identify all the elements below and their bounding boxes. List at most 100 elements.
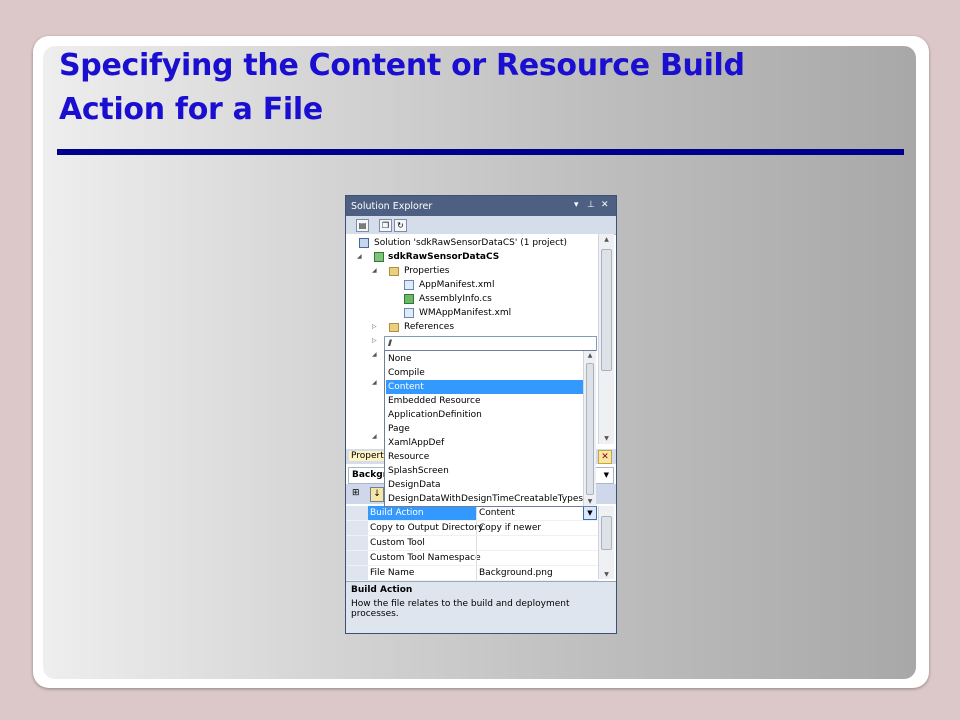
dropdown-option[interactable]: DesignData [386, 478, 583, 492]
description-title: Build Action [351, 585, 413, 595]
property-row-build-action[interactable]: Build Action Content ▼ [346, 506, 598, 521]
property-row-file-name[interactable]: File Name Background.png [346, 566, 598, 581]
row-gutter [346, 506, 368, 520]
property-grid: Build Action Content ▼ Copy to Output Di… [346, 506, 598, 581]
window-position-icon[interactable]: ▾ [574, 200, 579, 210]
dropdown-option[interactable]: DesignDataWithDesignTimeCreatableTypes [386, 492, 586, 506]
column-divider[interactable] [476, 566, 477, 580]
collapsed-arrow-icon[interactable]: ▷ [372, 334, 377, 348]
scroll-down-icon[interactable]: ▼ [599, 435, 614, 442]
tree-item-expanded[interactable]: ◢ [346, 376, 377, 390]
alphabetical-icon[interactable]: ↓ [370, 487, 384, 502]
scroll-up-icon[interactable]: ▲ [584, 352, 596, 359]
row-gutter [346, 521, 368, 535]
slide-title-line1: Specifying the Content or Resource Build [59, 48, 745, 83]
properties-icon[interactable]: ▤ [356, 219, 369, 232]
dropdown-option[interactable]: SplashScreen [386, 464, 583, 478]
property-value[interactable]: Background.png [479, 566, 553, 580]
tree-item-project[interactable]: ◢ sdkRawSensorDataCS [346, 250, 598, 264]
property-name: Custom Tool [370, 538, 425, 548]
chevron-down-icon[interactable]: ▼ [604, 471, 609, 479]
xml-file-icon [404, 308, 414, 318]
scrollbar-thumb[interactable] [601, 516, 612, 550]
description-text: How the file relates to the build and de… [351, 599, 570, 619]
solution-explorer-titlebar: Solution Explorer ▾ ⊥ ✕ [346, 196, 616, 216]
tree-item-file[interactable]: AppManifest.xml [346, 278, 598, 292]
expanded-arrow-icon[interactable]: ◢ [372, 430, 377, 444]
tree-label-properties: Properties [404, 266, 450, 276]
property-row-copy-to-output[interactable]: Copy to Output Directory Copy if newer [346, 521, 598, 536]
property-name: Copy to Output Directory [370, 523, 484, 533]
tree-label-file: WMAppManifest.xml [419, 308, 512, 318]
chevron-down-icon[interactable]: ▼ [583, 506, 597, 520]
folder-icon [389, 267, 399, 276]
dropdown-option-selected[interactable]: Content [386, 380, 583, 394]
column-divider[interactable] [476, 521, 477, 535]
scroll-down-icon[interactable]: ▼ [584, 498, 596, 505]
hatch-pattern-icon: //// [388, 338, 392, 348]
refresh-icon[interactable]: ↻ [394, 219, 407, 232]
build-action-dropdown-list[interactable]: None Compile Content Embedded Resource A… [384, 350, 596, 507]
expanded-arrow-icon[interactable]: ◢ [372, 376, 377, 390]
dropdown-option[interactable]: Embedded Resource [386, 394, 583, 408]
row-gutter [346, 566, 368, 580]
property-value[interactable]: Content [479, 506, 515, 520]
solution-explorer-toolbar: ▤ ❐ ↻ [346, 216, 616, 235]
close-icon[interactable]: ✕ [601, 200, 609, 210]
slide-title-line2: Action for a File [59, 92, 323, 127]
dropdown-option[interactable]: Compile [386, 366, 583, 380]
csharp-file-icon [404, 294, 414, 304]
dropdown-option[interactable]: None [386, 352, 583, 366]
show-all-files-icon[interactable]: ❐ [379, 219, 392, 232]
property-row-custom-tool-namespace[interactable]: Custom Tool Namespace [346, 551, 598, 566]
properties-tab[interactable]: Properti [349, 451, 389, 461]
tree-label-solution: Solution 'sdkRawSensorDataCS' (1 project… [374, 238, 568, 248]
tree-label-project: sdkRawSensorDataCS [388, 252, 500, 262]
tree-item-properties-folder[interactable]: ◢ Properties [346, 264, 598, 278]
scrollbar-thumb[interactable] [601, 249, 612, 371]
solution-explorer-title: Solution Explorer [351, 201, 433, 212]
expanded-arrow-icon[interactable]: ◢ [372, 264, 377, 278]
object-selector-label: Backgr [352, 470, 388, 480]
dropdown-scrollbar[interactable]: ▲ ▼ [583, 351, 596, 506]
expanded-arrow-icon[interactable]: ◢ [357, 250, 362, 264]
tree-item-expanded[interactable]: ◢ [346, 348, 377, 362]
column-divider[interactable] [476, 536, 477, 550]
tree-item-file[interactable]: WMAppManifest.xml [346, 306, 598, 320]
tree-label-file: AssemblyInfo.cs [419, 294, 492, 304]
tree-item-collapsed[interactable]: ▷ [346, 334, 377, 348]
build-action-edit-field[interactable]: //// [384, 336, 597, 351]
csharp-project-icon [374, 252, 384, 262]
dropdown-option[interactable]: Page [386, 422, 583, 436]
property-value[interactable]: Copy if newer [479, 521, 541, 535]
row-gutter [346, 551, 368, 565]
tree-item-references[interactable]: ▷ References [346, 320, 598, 334]
categorized-icon[interactable]: ⊞ [352, 488, 363, 499]
property-name: Build Action [370, 508, 424, 518]
tree-item-file[interactable]: AssemblyInfo.cs [346, 292, 598, 306]
row-gutter [346, 536, 368, 550]
property-name: File Name [370, 568, 415, 578]
tree-label-file: AppManifest.xml [419, 280, 495, 290]
property-grid-scrollbar[interactable]: ▼ [598, 506, 614, 579]
column-divider[interactable] [476, 506, 477, 520]
property-row-custom-tool[interactable]: Custom Tool [346, 536, 598, 551]
references-folder-icon [389, 323, 399, 332]
dropdown-option[interactable]: Resource [386, 450, 583, 464]
property-name: Custom Tool Namespace [370, 553, 481, 563]
scroll-up-icon[interactable]: ▲ [599, 236, 614, 243]
dropdown-option[interactable]: ApplicationDefinition [386, 408, 583, 422]
scrollbar-thumb[interactable] [586, 363, 594, 495]
tree-item-expanded[interactable]: ◢ [346, 430, 377, 444]
tree-label-references: References [404, 322, 455, 332]
property-description-pane: Build Action How the file relates to the… [346, 581, 616, 633]
pin-icon[interactable]: ⊥ [587, 200, 595, 210]
expanded-arrow-icon[interactable]: ◢ [372, 348, 377, 362]
scroll-down-icon[interactable]: ▼ [599, 571, 614, 578]
dropdown-option[interactable]: XamlAppDef [386, 436, 583, 450]
tree-scrollbar[interactable]: ▲ ▼ [598, 234, 614, 444]
tree-item-solution[interactable]: Solution 'sdkRawSensorDataCS' (1 project… [346, 236, 598, 250]
column-divider[interactable] [476, 551, 477, 565]
collapsed-arrow-icon[interactable]: ▷ [372, 320, 377, 334]
close-icon[interactable]: ✕ [598, 450, 612, 464]
